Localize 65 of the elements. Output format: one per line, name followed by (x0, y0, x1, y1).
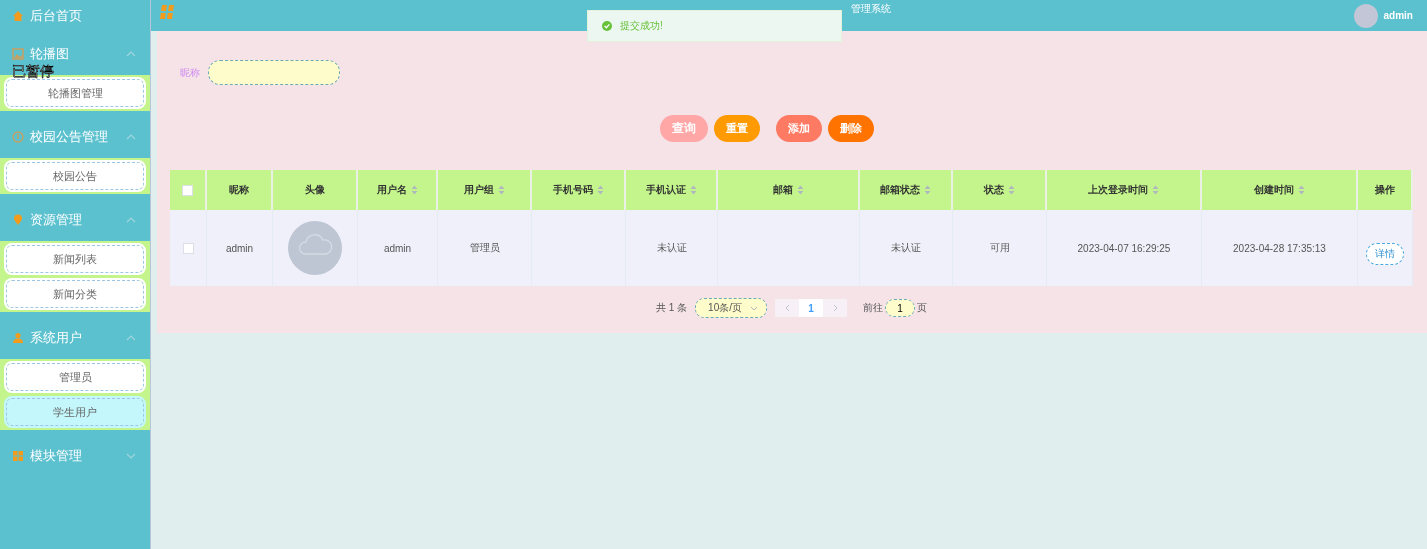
column-title: 手机号码 (552, 183, 593, 197)
total-count: 共 1 条 (656, 301, 688, 315)
reset-button[interactable]: 重置 (713, 115, 760, 142)
delete-button[interactable]: 删除 (827, 115, 874, 142)
column-title: 头像 (304, 183, 325, 197)
submenu-item[interactable]: 管理员 (6, 363, 144, 391)
column-title: 邮箱 (772, 183, 793, 197)
search-button[interactable]: 查询 (659, 115, 708, 142)
avatar[interactable] (1353, 3, 1378, 28)
pin-icon (12, 214, 24, 226)
submenu-item[interactable]: 校园公告 (6, 162, 144, 190)
page-size-select[interactable]: 10条/页 (695, 298, 767, 318)
goto-label: 前往 (863, 301, 883, 315)
home-icon (12, 10, 24, 22)
chevron-left-icon (784, 304, 790, 312)
checkbox[interactable] (182, 184, 193, 196)
submenu-item[interactable]: 学生用户 (6, 398, 144, 426)
app-title: 管理系统 (851, 1, 892, 16)
paused-label: 已暂停 (12, 64, 54, 78)
table-cell: 2023-04-07 16:29:25 (1047, 210, 1202, 286)
image-icon (12, 48, 24, 60)
column-title: 用户组 (463, 183, 494, 197)
table-cell: 可用 (953, 210, 1047, 286)
submenu-item[interactable]: 新闻列表 (6, 245, 144, 273)
add-button[interactable]: 添加 (775, 115, 822, 142)
page-number[interactable]: 1 (799, 299, 823, 317)
table-cell: 管理员 (438, 210, 532, 286)
table-cell: 2023-04-28 17:35:13 (1202, 210, 1358, 286)
column-title: 创建时间 (1253, 183, 1294, 197)
grid-icon (12, 450, 24, 462)
menu-group[interactable]: 系统用户 (0, 322, 150, 354)
grid-icon (159, 3, 177, 20)
table-cell: admin (358, 210, 438, 286)
chevron-icon (750, 305, 758, 311)
table-cell: 未认证 (626, 210, 718, 286)
info-icon (12, 131, 24, 143)
submenu-item[interactable]: 轮播图管理 (6, 79, 144, 107)
username[interactable]: admin (1383, 10, 1413, 21)
column-title: 手机认证 (645, 183, 686, 197)
column-title: 昵称 (229, 183, 249, 197)
column-title: 上次登录时间 (1088, 183, 1148, 197)
table-cell: 未认证 (860, 210, 953, 286)
avatar-cloud-icon (288, 221, 342, 275)
search-field[interactable] (208, 60, 340, 85)
menu-group[interactable]: 校园公告管理 (0, 121, 150, 153)
details-button[interactable]: 详情 (1366, 243, 1404, 265)
column-title: 邮箱状态 (880, 183, 920, 197)
chevron-right-icon (832, 304, 838, 312)
menu-item[interactable]: 后台首页 (0, 0, 150, 32)
column-title: 状态 (983, 183, 1004, 197)
column-title: 用户名 (376, 183, 407, 197)
next-page-button[interactable] (823, 299, 847, 317)
checkbox[interactable] (182, 242, 194, 254)
menu-group[interactable]: 资源管理 (0, 204, 150, 236)
table-cell: admin (207, 210, 273, 286)
page-label: 页 (917, 301, 927, 315)
prev-page-button[interactable] (775, 299, 799, 317)
menu-group[interactable]: 模块管理 (0, 440, 150, 472)
user-icon (12, 332, 24, 344)
check-icon (602, 21, 612, 31)
field-label: 昵称 (180, 65, 200, 80)
column-title: 操作 (1374, 183, 1395, 197)
page-input[interactable]: 1 (885, 299, 915, 317)
submenu-item[interactable]: 新闻分类 (6, 280, 144, 308)
toast-text: 提交成功! (620, 19, 663, 33)
